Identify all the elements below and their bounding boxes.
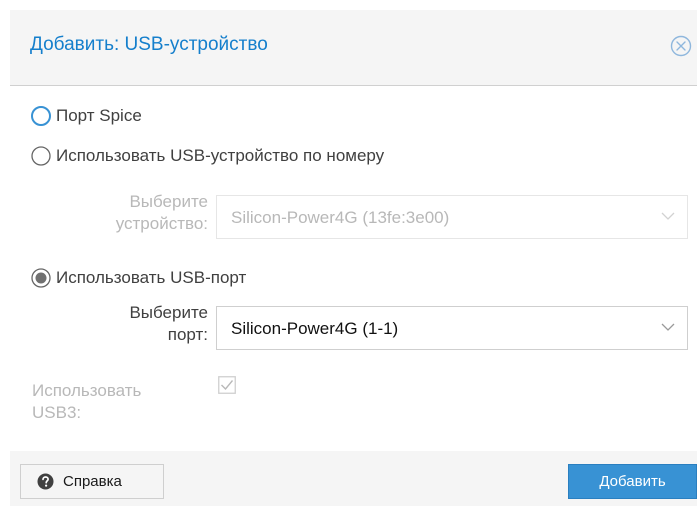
usb3-label: Использовать USB3: — [32, 381, 142, 422]
device-select-label: Выберите устройство: — [115, 192, 208, 233]
radio-checked-icon — [31, 268, 51, 288]
usb-device-by-number-radio[interactable]: Использовать USB-устройство по номеру — [30, 143, 384, 169]
port-select[interactable]: Silicon-Power4G (1-1) — [216, 306, 688, 350]
usb3-checkbox[interactable] — [218, 376, 236, 394]
dialog-footer: Справка Добавить — [10, 451, 697, 506]
usb-port-label: Использовать USB-порт — [56, 268, 247, 287]
device-select-value: Silicon-Power4G (13fe:3e00) — [231, 208, 450, 227]
dialog-title: Добавить: USB-устройство — [30, 34, 268, 55]
close-icon[interactable] — [670, 35, 692, 57]
port-select-value: Silicon-Power4G (1-1) — [231, 319, 399, 338]
device-select[interactable]: Silicon-Power4G (13fe:3e00) — [216, 195, 688, 239]
spice-port-radio[interactable]: Порт Spice — [30, 103, 142, 129]
add-button[interactable]: Добавить — [568, 464, 697, 499]
add-usb-device-dialog: Добавить: USB-устройство Порт Spice Испо… — [10, 10, 697, 506]
help-button[interactable]: Справка — [20, 464, 164, 499]
dialog-header: Добавить: USB-устройство — [10, 10, 697, 86]
chevron-down-icon — [661, 323, 675, 331]
question-circle-icon — [37, 473, 54, 490]
help-button-label: Справка — [63, 473, 122, 490]
chevron-down-icon — [661, 212, 675, 220]
spice-port-label: Порт Spice — [56, 106, 142, 125]
usb-device-by-number-label: Использовать USB-устройство по номеру — [56, 146, 385, 165]
radio-unchecked-icon — [31, 146, 51, 166]
dialog-body: Порт Spice Использовать USB-устройство п… — [10, 86, 697, 451]
usb-port-radio[interactable]: Использовать USB-порт — [30, 265, 246, 291]
radio-unchecked-focused-icon — [31, 106, 51, 126]
port-select-label: Выберите порт: — [129, 303, 208, 344]
